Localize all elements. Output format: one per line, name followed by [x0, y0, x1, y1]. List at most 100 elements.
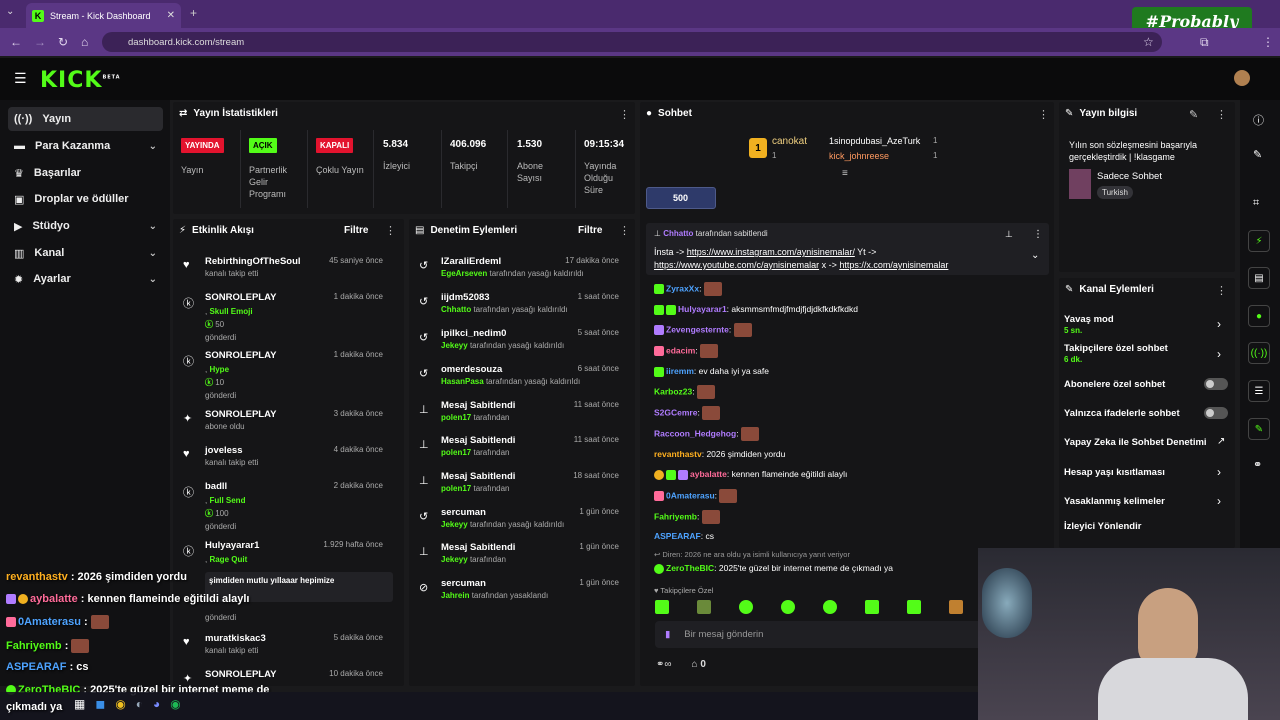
pinned-collapse-icon[interactable]: ⌄	[1031, 250, 1039, 261]
wrench-icon: ✎	[1065, 108, 1074, 119]
action-izleyici-yonlendir[interactable]: İzleyici Yönlendir	[1064, 521, 1141, 532]
leader-second-count: 1	[933, 136, 938, 145]
stat-label-takipci: Takipçi	[450, 161, 478, 171]
youtube-link[interactable]: https://www.youtube.com/c/aynisinemalar	[654, 260, 819, 270]
stat-value-abone: 1.530	[517, 139, 543, 150]
stats-menu-icon[interactable]: ⋮	[619, 108, 630, 121]
reload-icon[interactable]: ↻	[58, 35, 68, 49]
emote-button[interactable]	[781, 600, 795, 614]
emote-button[interactable]	[949, 600, 963, 614]
emote-button[interactable]	[655, 600, 669, 614]
extensions-icon[interactable]: ⧉	[1200, 35, 1209, 50]
action-hesap-yasi[interactable]: Hesap yaşı kısıtlaması	[1064, 467, 1165, 478]
instagram-link[interactable]: https://www.instagram.com/aynisinemalar/	[687, 247, 855, 257]
leader-first-name[interactable]: canokat	[772, 136, 807, 147]
browser-menu-icon[interactable]: ⋮	[1262, 35, 1274, 49]
stat-label-sure: Yayında Olduğu Süre	[584, 161, 617, 195]
action-yavas-mod[interactable]: Yavaş mod 5 sn.	[1064, 314, 1114, 336]
chrome-icon[interactable]: ◉	[115, 697, 125, 711]
emote-button[interactable]	[823, 600, 837, 614]
stream-info-title: ✎ Yayın bilgisi	[1065, 108, 1138, 119]
new-tab-icon[interactable]: +	[190, 6, 197, 20]
emote-button[interactable]	[865, 600, 879, 614]
channel-actions-menu-icon[interactable]: ⋮	[1216, 284, 1227, 297]
sidebar-item-studyo[interactable]: ▶ Stüdyo ⌄	[8, 214, 163, 238]
sidebar-item-ayarlar[interactable]: ✹ Ayarlar ⌄	[8, 267, 163, 291]
leader-third-name[interactable]: kick_johnreese	[829, 151, 889, 161]
action-ai-denetim[interactable]: Yapay Zeka ile Sohbet Denetimi	[1064, 437, 1207, 448]
close-tab-icon[interactable]: ✕	[167, 10, 175, 21]
stat-value-takipci: 406.096	[450, 139, 487, 150]
bookmark-star-icon[interactable]: ☆	[1143, 35, 1154, 49]
quick-action-bolt-icon[interactable]: ⚡	[1248, 230, 1270, 252]
x-link[interactable]: https://x.com/aynisinemalar	[839, 260, 948, 270]
kick-logo[interactable]: KICKBETA	[40, 68, 121, 93]
heart-icon: ♥	[183, 259, 190, 271]
pin-icon: ⊥	[419, 475, 429, 487]
pencil-icon[interactable]: ✎	[1253, 148, 1262, 161]
chat-message: ZyraxXx:	[654, 282, 722, 296]
moderation-menu-icon[interactable]: ⋮	[619, 224, 630, 237]
ifade-sohbet-toggle[interactable]	[1204, 407, 1228, 419]
crop-icon[interactable]: ⌗	[1253, 197, 1259, 210]
hamburger-menu-icon[interactable]: ☰	[14, 70, 27, 87]
emote	[703, 282, 722, 296]
store-icon[interactable]: ⌂ 0	[692, 659, 706, 670]
leader-third-count: 1	[933, 151, 938, 160]
forward-icon[interactable]: →	[34, 35, 46, 49]
chat-message: S2GCemre:	[654, 406, 721, 420]
steam-icon[interactable]: ◐	[136, 697, 143, 711]
stat-label-abone: Abone Sayısı	[517, 161, 544, 183]
language-tag: Turkish	[1097, 186, 1133, 199]
activity-menu-icon[interactable]: ⋮	[385, 224, 396, 237]
outlook-icon[interactable]: ◼	[95, 697, 105, 711]
info-icon[interactable]: ⓘ	[1253, 112, 1264, 128]
sidebar-item-basarilar[interactable]: ♛ Başarılar	[8, 161, 163, 185]
chat-message: Zevengesternte:	[654, 323, 752, 337]
quick-action-broadcast-icon[interactable]: ((·))	[1248, 342, 1270, 364]
quick-action-notes-icon[interactable]: ▤	[1248, 267, 1270, 289]
calendar-icon[interactable]: ▦	[74, 697, 85, 711]
action-yasakli-kelimeler[interactable]: Yasaklanmış kelimeler	[1064, 496, 1165, 507]
emote-button[interactable]	[907, 600, 921, 614]
unpin-icon[interactable]: ⊥	[1005, 229, 1013, 240]
url-bar[interactable]: dashboard.kick.com/stream	[102, 32, 1162, 52]
spotify-icon[interactable]: ◉	[170, 697, 180, 711]
browser-tab[interactable]: K Stream - Kick Dashboard ✕	[26, 3, 181, 28]
emote-button[interactable]	[739, 600, 753, 614]
home-icon[interactable]: ⌂	[81, 35, 88, 49]
gift-icon: ▣	[14, 193, 25, 206]
stream-info-menu-icon[interactable]: ⋮	[1216, 108, 1227, 121]
discord-icon[interactable]: ◕	[153, 697, 160, 711]
emote	[702, 406, 721, 420]
sidebar-item-yayin[interactable]: ((·)) Yayın	[8, 107, 163, 131]
sidebar-item-kanal[interactable]: ▥ Kanal ⌄	[8, 241, 163, 265]
broadcast-icon: ((·))	[14, 113, 33, 125]
community-icon[interactable]: ⚭∞	[656, 659, 672, 670]
emote-button[interactable]	[697, 600, 711, 614]
back-icon[interactable]: ←	[10, 35, 22, 49]
sidebar-item-droplar[interactable]: ▣ Droplar ve ödüller	[8, 187, 163, 211]
action-takipci-ozel[interactable]: Takipçilere özel sohbet 6 dk.	[1064, 343, 1168, 365]
chevron-right-icon: ›	[1217, 465, 1221, 479]
heart-icon: ♥	[183, 636, 190, 648]
community-icon[interactable]: ⚭	[1253, 458, 1262, 471]
chat-menu-icon[interactable]: ⋮	[1038, 108, 1049, 121]
quick-action-list-icon[interactable]: ☰	[1248, 380, 1270, 402]
stat-label-partnerlik: Partnerlik Gelir Programı	[249, 165, 288, 199]
gift-pill[interactable]: 500	[646, 187, 716, 209]
tab-list-button[interactable]: ⌄	[6, 6, 14, 17]
abone-ozel-toggle[interactable]	[1204, 378, 1228, 390]
sidebar-item-para-kazanma[interactable]: ▬ Para Kazanma ⌄	[8, 134, 163, 158]
shield-icon: ▤	[415, 225, 425, 236]
expand-leaders-icon[interactable]: ≡	[842, 168, 848, 179]
user-avatar[interactable]	[1234, 70, 1250, 86]
activity-filter-button[interactable]: Filtre	[344, 225, 368, 236]
pinned-menu-icon[interactable]: ⋮	[1033, 229, 1043, 240]
edit-info-icon[interactable]: ✎	[1189, 108, 1198, 121]
quick-action-chat-icon[interactable]: ●	[1248, 305, 1270, 327]
chat-input[interactable]: ▮ Bir mesaj gönderin	[655, 621, 985, 648]
leader-second-name[interactable]: 1sinopdubasi_AzeTurk	[829, 136, 920, 146]
quick-action-wrench-icon[interactable]: ✎	[1248, 418, 1270, 440]
moderation-filter-button[interactable]: Filtre	[578, 225, 602, 236]
